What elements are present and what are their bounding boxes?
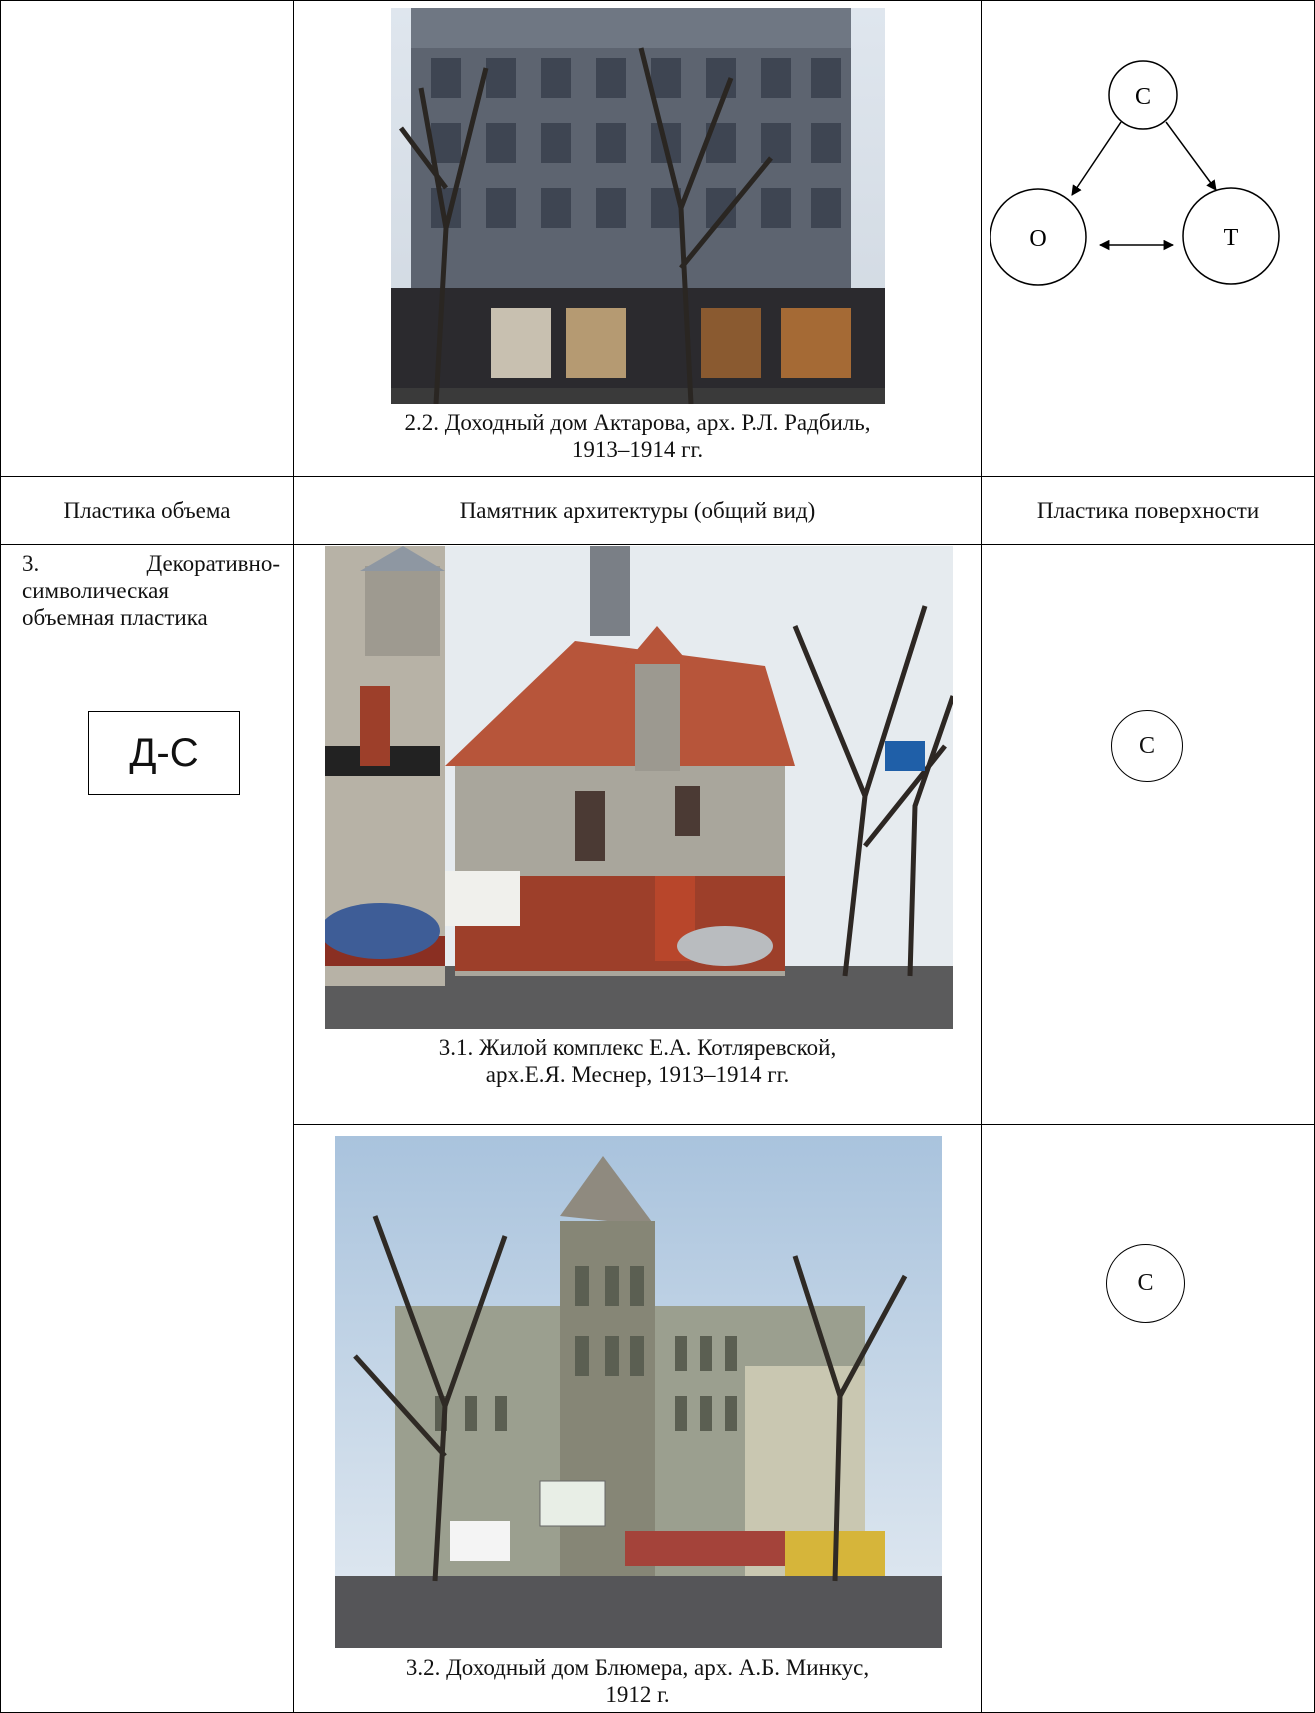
photo-caption: 3.2. Доходный дом Блюмера, арх. А.Б. Мин… (294, 1654, 981, 1708)
diagram-arrow (1165, 121, 1217, 191)
item-title: объемная пластика (22, 605, 208, 630)
header-col2: Памятник архитектуры (общий вид) (459, 498, 816, 523)
item-title: символическая (22, 578, 169, 603)
header-col1: Пластика объема (63, 498, 231, 523)
table-row-divider (0, 476, 1315, 477)
caption-line: 1913–1914 гг. (571, 437, 704, 462)
surface-relations-diagram: С О Т (990, 60, 1280, 286)
diagram-arrow (1071, 121, 1122, 196)
table-row-divider (293, 1124, 1315, 1125)
item-description: 3. Декоративно- символическая объемная п… (22, 550, 280, 631)
item-number: 3. (22, 551, 40, 576)
diagram-node-top: С (1135, 84, 1151, 110)
surface-type-circle: С (1106, 1244, 1185, 1323)
item-title: Декоративно- (146, 551, 281, 576)
table-col-divider (981, 0, 982, 1713)
item-title-first-line: 3. Декоративно- (22, 550, 280, 577)
photo-blumer-house (335, 1136, 942, 1648)
caption-line: 2.2. Доходный дом Актарова, арх. Р.Л. Ра… (404, 410, 871, 435)
diagram-node-right: Т (1224, 225, 1239, 251)
caption-line: 3.1. Жилой комплекс Е.А. Котляревской, (438, 1035, 837, 1060)
photo-caption: 3.1. Жилой комплекс Е.А. Котляревской, а… (294, 1034, 981, 1088)
diagram-node-left: О (1029, 226, 1046, 252)
table-row-divider (0, 544, 1315, 545)
caption-line: арх.Е.Я. Меснер, 1913–1914 гг. (485, 1062, 790, 1087)
photo-kotlyarevskaya-complex (325, 546, 953, 1029)
surface-type-circle: С (1111, 710, 1183, 782)
code-label-box: Д-С (88, 711, 240, 795)
caption-line: 3.2. Доходный дом Блюмера, арх. А.Б. Мин… (405, 1655, 870, 1680)
photo-aktarov-house (391, 8, 885, 404)
header-col3: Пластика поверхности (1036, 498, 1260, 523)
caption-line: 1912 г. (605, 1682, 670, 1707)
table-border-left (0, 0, 1, 1713)
table-col-divider (293, 0, 294, 1713)
photo-caption: 2.2. Доходный дом Актарова, арх. Р.Л. Ра… (294, 409, 981, 463)
table-border-top (0, 0, 1315, 1)
